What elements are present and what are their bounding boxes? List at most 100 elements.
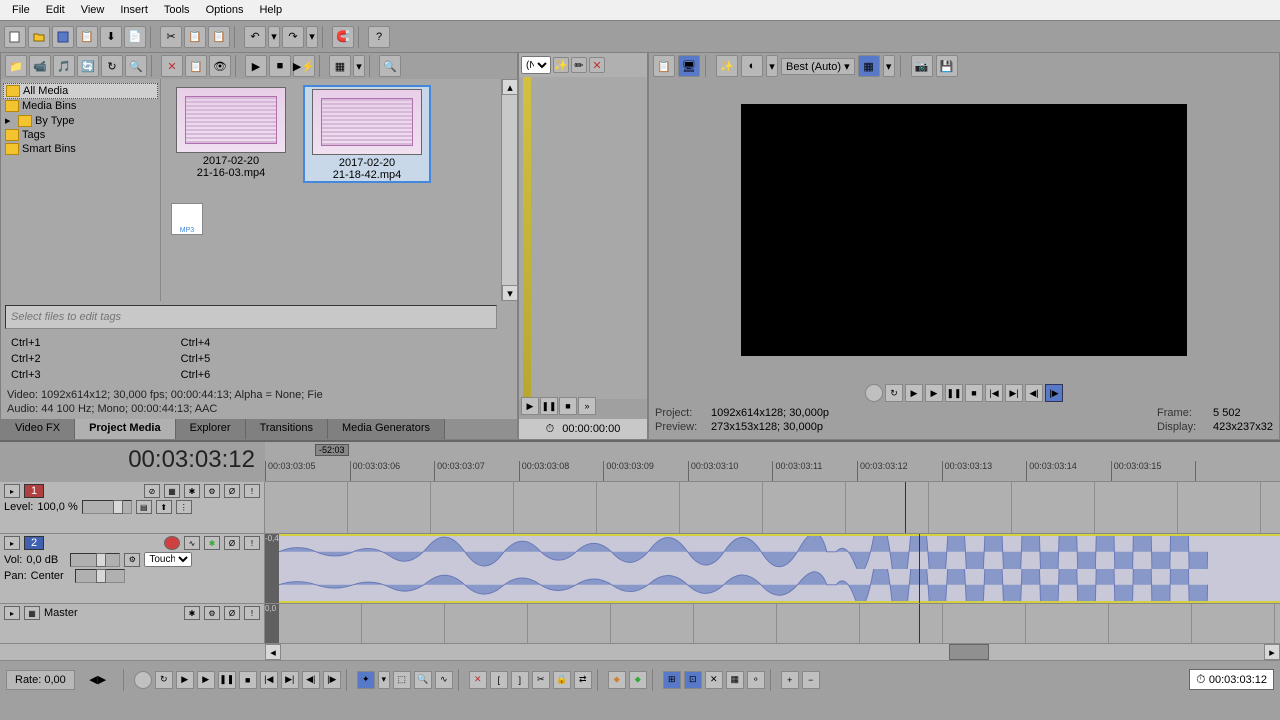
scroll-up-button[interactable]: ▴	[502, 79, 518, 95]
video-track-header[interactable]: ▸ 1 ⊘ ▦ ✱ ⚙ Ø ! Level: 100,0 % ▤ ⬆ ⋮	[0, 482, 265, 533]
undo-button[interactable]: ↶	[244, 26, 266, 48]
trimmer-pause-button[interactable]: ❚❚	[540, 397, 558, 415]
track-min-button[interactable]: ▸	[4, 484, 20, 498]
stop-media-button[interactable]: ■	[269, 55, 291, 77]
menu-options[interactable]: Options	[198, 2, 252, 18]
tl-play-start-button[interactable]: ▶	[176, 671, 194, 689]
pause-button[interactable]: ❚❚	[945, 384, 963, 402]
next-frame-button[interactable]: |▶	[1045, 384, 1063, 402]
trim-start-button[interactable]: [	[490, 671, 508, 689]
automation-button[interactable]: ⚙	[204, 606, 220, 620]
scroll-right-button[interactable]: ▸	[1264, 644, 1280, 660]
rate-display[interactable]: Rate: 0,00	[6, 670, 75, 690]
copy-snapshot-button[interactable]: 📷	[911, 55, 933, 77]
properties-button[interactable]: 📋	[76, 26, 98, 48]
get-media-button[interactable]: 🎵	[53, 55, 75, 77]
audio-clip[interactable]	[279, 534, 1280, 603]
trimmer-edit-button[interactable]: ✏	[571, 57, 587, 73]
split-screen-button[interactable]: ◐	[741, 55, 763, 77]
copy-button[interactable]: 📋	[184, 26, 206, 48]
master-track-content[interactable]	[279, 604, 1280, 643]
delete-button[interactable]: ✕	[469, 671, 487, 689]
media-thumb-2[interactable]: 2017-02-20 21-18-42.mp4	[303, 85, 431, 183]
track-min-button[interactable]: ▸	[4, 536, 20, 550]
normal-edit-button[interactable]: ✦	[357, 671, 375, 689]
mp3-file-icon[interactable]: MP3	[171, 203, 203, 235]
media-thumb-1[interactable]: 2017-02-20 21-16-03.mp4	[167, 85, 295, 183]
master-track-header[interactable]: ▸ ▦ Master ✱ ⚙ Ø !	[0, 604, 265, 643]
scrub-control[interactable]: ◀▶	[78, 673, 118, 686]
go-start-button[interactable]: |◀	[985, 384, 1003, 402]
tree-by-type[interactable]: ▸By Type	[3, 113, 158, 128]
solo-button[interactable]: !	[244, 484, 260, 498]
menu-edit[interactable]: Edit	[38, 2, 73, 18]
trimmer-fx-button[interactable]: ✨	[553, 57, 569, 73]
tab-project-media[interactable]: Project Media	[75, 419, 176, 439]
quality-select[interactable]: Best (Auto) ▾	[781, 58, 855, 75]
automation-gear-button[interactable]: ⚙	[124, 553, 140, 567]
trim-end-button[interactable]: ]	[511, 671, 529, 689]
ripple-button[interactable]: ⇄	[574, 671, 592, 689]
play-start-button[interactable]: ▶	[905, 384, 923, 402]
compositing-button[interactable]: ▤	[136, 500, 152, 514]
tree-all-media[interactable]: All Media	[3, 83, 158, 99]
automation-button[interactable]: ⚙	[204, 484, 220, 498]
save-snapshot-button[interactable]: 💾	[936, 55, 958, 77]
replace-button[interactable]: ↻	[101, 55, 123, 77]
tl-record-button[interactable]	[134, 671, 152, 689]
zoom-in-button[interactable]: +	[781, 671, 799, 689]
scroll-down-button[interactable]: ▾	[502, 285, 518, 301]
tl-go-start-button[interactable]: |◀	[260, 671, 278, 689]
trimmer-close-button[interactable]: ✕	[589, 57, 605, 73]
bus-fx-button[interactable]: ✱	[184, 606, 200, 620]
save-button[interactable]	[52, 26, 74, 48]
envelope-tool-button[interactable]: ∿	[435, 671, 453, 689]
tl-stop-button[interactable]: ■	[239, 671, 257, 689]
search-media-button[interactable]: 🔍	[379, 55, 401, 77]
media-scrollbar[interactable]: ▴ ▾	[501, 79, 517, 301]
stop-button[interactable]: ■	[965, 384, 983, 402]
cut-button[interactable]: ✂	[160, 26, 182, 48]
track-fx-button[interactable]: ✱	[184, 484, 200, 498]
selection-tool-button[interactable]: ⬚	[393, 671, 411, 689]
mute-button[interactable]: Ø	[224, 606, 240, 620]
preview-display[interactable]	[741, 104, 1187, 356]
views-dropdown[interactable]: ▾	[353, 55, 365, 77]
preview-button[interactable]: 👁	[209, 55, 231, 77]
redo-dropdown[interactable]: ▾	[306, 26, 318, 48]
lock-button[interactable]: 🔒	[553, 671, 571, 689]
touch-select[interactable]: Touch	[144, 552, 192, 567]
tree-smart-bins[interactable]: Smart Bins	[3, 142, 158, 156]
play-media-button[interactable]: ▶	[245, 55, 267, 77]
trimmer-select[interactable]: (N	[521, 56, 551, 74]
tree-media-bins[interactable]: Media Bins	[3, 99, 158, 113]
paste-button[interactable]: 📋	[208, 26, 230, 48]
tl-play-button[interactable]: ▶	[197, 671, 215, 689]
invert-phase-button[interactable]: ∿	[184, 536, 200, 550]
arm-record-button[interactable]	[164, 536, 180, 550]
trimmer-display[interactable]	[519, 77, 647, 399]
timeline-scrollbar[interactable]: ◂ ▸	[0, 644, 1280, 660]
trimmer-timecode[interactable]: ⏱00:00:00:00	[519, 419, 647, 439]
render-button[interactable]: ⬇	[100, 26, 122, 48]
zoom-tool-button[interactable]: 🔍	[414, 671, 432, 689]
solo-button[interactable]: !	[244, 536, 260, 550]
loop-button[interactable]: ↻	[885, 384, 903, 402]
timeline-ruler[interactable]: -52:03 00:03:03:05 00:03:03:06 00:03:03:…	[265, 442, 1280, 482]
menu-insert[interactable]: Insert	[112, 2, 156, 18]
redo-button[interactable]: ↷	[282, 26, 304, 48]
search-button[interactable]: 🔍	[125, 55, 147, 77]
bottom-timecode[interactable]: ⏱ 00:03:03:12	[1189, 669, 1274, 690]
trimmer-stop-button[interactable]: ■	[559, 397, 577, 415]
snapping-button[interactable]: 🧲	[332, 26, 354, 48]
menu-help[interactable]: Help	[251, 2, 290, 18]
make-parent-button[interactable]: ⬆	[156, 500, 172, 514]
ignore-grouping-button[interactable]: ⚬	[747, 671, 765, 689]
quantize-button[interactable]: ▦	[726, 671, 744, 689]
pan-slider[interactable]	[75, 569, 125, 583]
overlay-button[interactable]: ▦	[858, 55, 880, 77]
track-motion-button[interactable]: ▦	[164, 484, 180, 498]
tags-input[interactable]	[5, 305, 497, 329]
render-as-button[interactable]: 📄	[124, 26, 146, 48]
new-button[interactable]	[4, 26, 26, 48]
